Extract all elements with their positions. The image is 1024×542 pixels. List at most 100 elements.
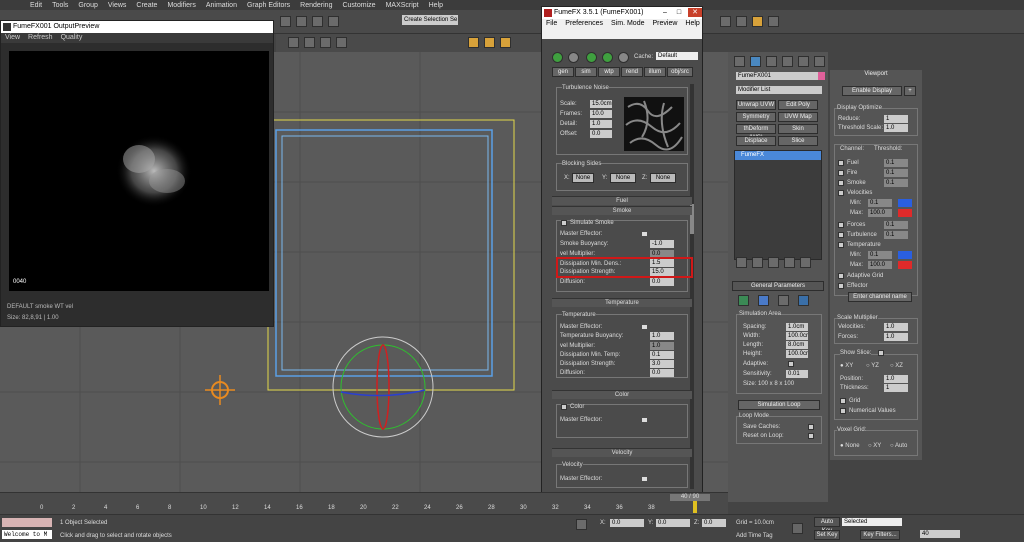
sm-forces-field[interactable]: 1.0 — [884, 333, 908, 341]
velocities-checkbox[interactable] — [838, 190, 844, 196]
skin-button[interactable]: Skin — [778, 124, 818, 134]
thickness-field[interactable]: 1 — [884, 384, 908, 392]
symmetry-button[interactable]: Symmetry — [736, 112, 776, 122]
grid-checkbox[interactable] — [840, 398, 846, 404]
velocity-min-color-swatch[interactable] — [898, 199, 912, 207]
maxscript-mini-listener[interactable]: Welcome to M — [2, 530, 52, 539]
smoke-diffusion-field[interactable]: 0.0 — [650, 278, 674, 286]
object-color-swatch[interactable] — [818, 72, 825, 80]
show-end-result-icon[interactable] — [752, 257, 763, 268]
blocking-z-dropdown[interactable]: None — [650, 173, 676, 183]
smoke-master-effector-button[interactable] — [642, 232, 647, 236]
object-name-field[interactable]: FumeFX001 — [736, 72, 818, 80]
material-editor-icon[interactable] — [720, 16, 731, 27]
slice-yz-radio[interactable]: ○ YZ — [866, 363, 879, 369]
smoke-checkbox[interactable] — [838, 180, 844, 186]
simulate-smoke-checkbox[interactable] — [561, 220, 567, 226]
menu-animation[interactable]: Animation — [206, 2, 237, 9]
menu-sim-mode[interactable]: Sim. Mode — [611, 19, 644, 39]
menu-tools[interactable]: Tools — [52, 2, 68, 9]
menu-group[interactable]: Group — [78, 2, 97, 9]
numerical-values-checkbox[interactable] — [840, 408, 846, 414]
menu-views[interactable]: Views — [108, 2, 127, 9]
fumefx-open-icon[interactable] — [738, 295, 749, 306]
save-caches-checkbox[interactable] — [808, 424, 814, 430]
temperature-rollout[interactable]: Temperature — [552, 298, 692, 307]
tab-gen[interactable]: gen — [552, 67, 574, 77]
display-tab-icon[interactable] — [798, 56, 809, 67]
velocity-max-color-swatch[interactable] — [898, 209, 912, 217]
tab-sim[interactable]: sim — [575, 67, 597, 77]
enter-channel-button[interactable]: Enter channel name — [848, 292, 912, 302]
sensitivity-field[interactable]: 0.01 — [786, 370, 808, 378]
modify-tab-icon[interactable] — [750, 56, 761, 67]
add-icon[interactable]: + — [904, 86, 916, 96]
blocking-y-dropdown[interactable]: None — [610, 173, 636, 183]
time-slider-marker[interactable] — [693, 501, 697, 513]
blocking-x-dropdown[interactable]: None — [572, 173, 594, 183]
auto-key-button[interactable]: Auto Key — [814, 517, 840, 534]
configure-sets-icon[interactable] — [800, 257, 811, 268]
color-checkbox[interactable] — [561, 404, 567, 410]
sim-icon[interactable] — [778, 295, 789, 306]
play-icon[interactable] — [586, 52, 597, 63]
slice-xy-radio[interactable]: ● XY — [840, 363, 853, 369]
temp-max-color-swatch[interactable] — [898, 261, 912, 269]
menu-preferences[interactable]: Preferences — [565, 19, 603, 39]
temp-dissipation-strength-field[interactable]: 3.0 — [650, 360, 674, 368]
temp-vel-multiplier-field[interactable]: 1.0 — [650, 342, 674, 350]
menu-refresh[interactable]: Refresh — [28, 33, 53, 43]
forces-checkbox[interactable] — [838, 222, 844, 228]
length-field[interactable]: 8.0cm — [786, 341, 808, 349]
adaptive-checkbox[interactable] — [788, 361, 794, 367]
timeline[interactable]: 40 / 90 0 2 4 6 8 10 12 14 16 18 20 22 24 26 28 30 32 34 3… — [0, 492, 728, 514]
reduce-field[interactable]: 1 — [884, 115, 908, 123]
simulate-icon[interactable] — [552, 52, 563, 63]
velocity-min-field[interactable]: 0.1 — [868, 199, 892, 207]
lock-selection-icon[interactable] — [576, 519, 587, 530]
menu-rendering[interactable]: Rendering — [300, 2, 332, 9]
fire-checkbox[interactable] — [838, 170, 844, 176]
z-coord-field[interactable]: 0.0 — [702, 519, 726, 527]
scale-field[interactable]: 15.0cm — [590, 100, 612, 108]
make-unique-icon[interactable] — [768, 257, 779, 268]
remove-modifier-icon[interactable] — [784, 257, 795, 268]
add-time-tag[interactable]: Add Time Tag — [736, 533, 773, 539]
smoke-threshold-field[interactable]: 0.1 — [884, 179, 908, 187]
threshold-scale-field[interactable]: 1.0 — [884, 124, 908, 132]
utilities-tab-icon[interactable] — [814, 56, 825, 67]
menu-modifiers[interactable]: Modifiers — [167, 2, 195, 9]
temp-min-field[interactable]: 0.1 — [868, 251, 892, 259]
stop-icon[interactable] — [618, 52, 629, 63]
fuel-rollout[interactable]: Fuel — [552, 196, 692, 205]
sm-velocities-field[interactable]: 1.0 — [884, 323, 908, 331]
width-field[interactable]: 100.0cr — [786, 332, 808, 340]
render-icon[interactable] — [752, 16, 763, 27]
voxel-xy-radio[interactable]: ○ XY — [868, 443, 881, 449]
continue-icon[interactable] — [568, 52, 579, 63]
height-field[interactable]: 100.0cr — [786, 350, 808, 358]
menu-edit[interactable]: Edit — [30, 2, 42, 9]
motion-tab-icon[interactable] — [782, 56, 793, 67]
viewport-rollout-title[interactable]: Viewport — [834, 70, 918, 80]
hierarchy-tab-icon[interactable] — [766, 56, 777, 67]
velocity-max-field[interactable]: 100.0 — [868, 209, 892, 217]
temperature-checkbox[interactable] — [838, 242, 844, 248]
current-frame-field[interactable]: 40 — [920, 530, 960, 538]
create-tab-icon[interactable] — [734, 56, 745, 67]
fuel-threshold-field[interactable]: 0.1 — [884, 159, 908, 167]
angle-snap-icon[interactable] — [304, 37, 315, 48]
detail-field[interactable]: 1.0 — [590, 120, 612, 128]
fire-threshold-field[interactable]: 0.1 — [884, 169, 908, 177]
key-mode-dropdown[interactable]: Selected — [842, 518, 902, 526]
key-icon[interactable] — [792, 523, 803, 534]
shelf-tool-icon[interactable] — [500, 37, 511, 48]
position-field[interactable]: 1.0 — [884, 375, 908, 383]
menu-maxscript[interactable]: MAXScript — [386, 2, 419, 9]
y-coord-field[interactable]: 0.0 — [656, 519, 690, 527]
key-filters-button[interactable]: Key Filters... — [860, 530, 900, 540]
skin-wrap-button[interactable]: thDeform (WS) — [736, 124, 776, 141]
tab-rend[interactable]: rend — [621, 67, 643, 77]
selection-set-dropdown[interactable]: Create Selection Se — [402, 15, 458, 25]
tab-wtp[interactable]: wtp — [598, 67, 620, 77]
